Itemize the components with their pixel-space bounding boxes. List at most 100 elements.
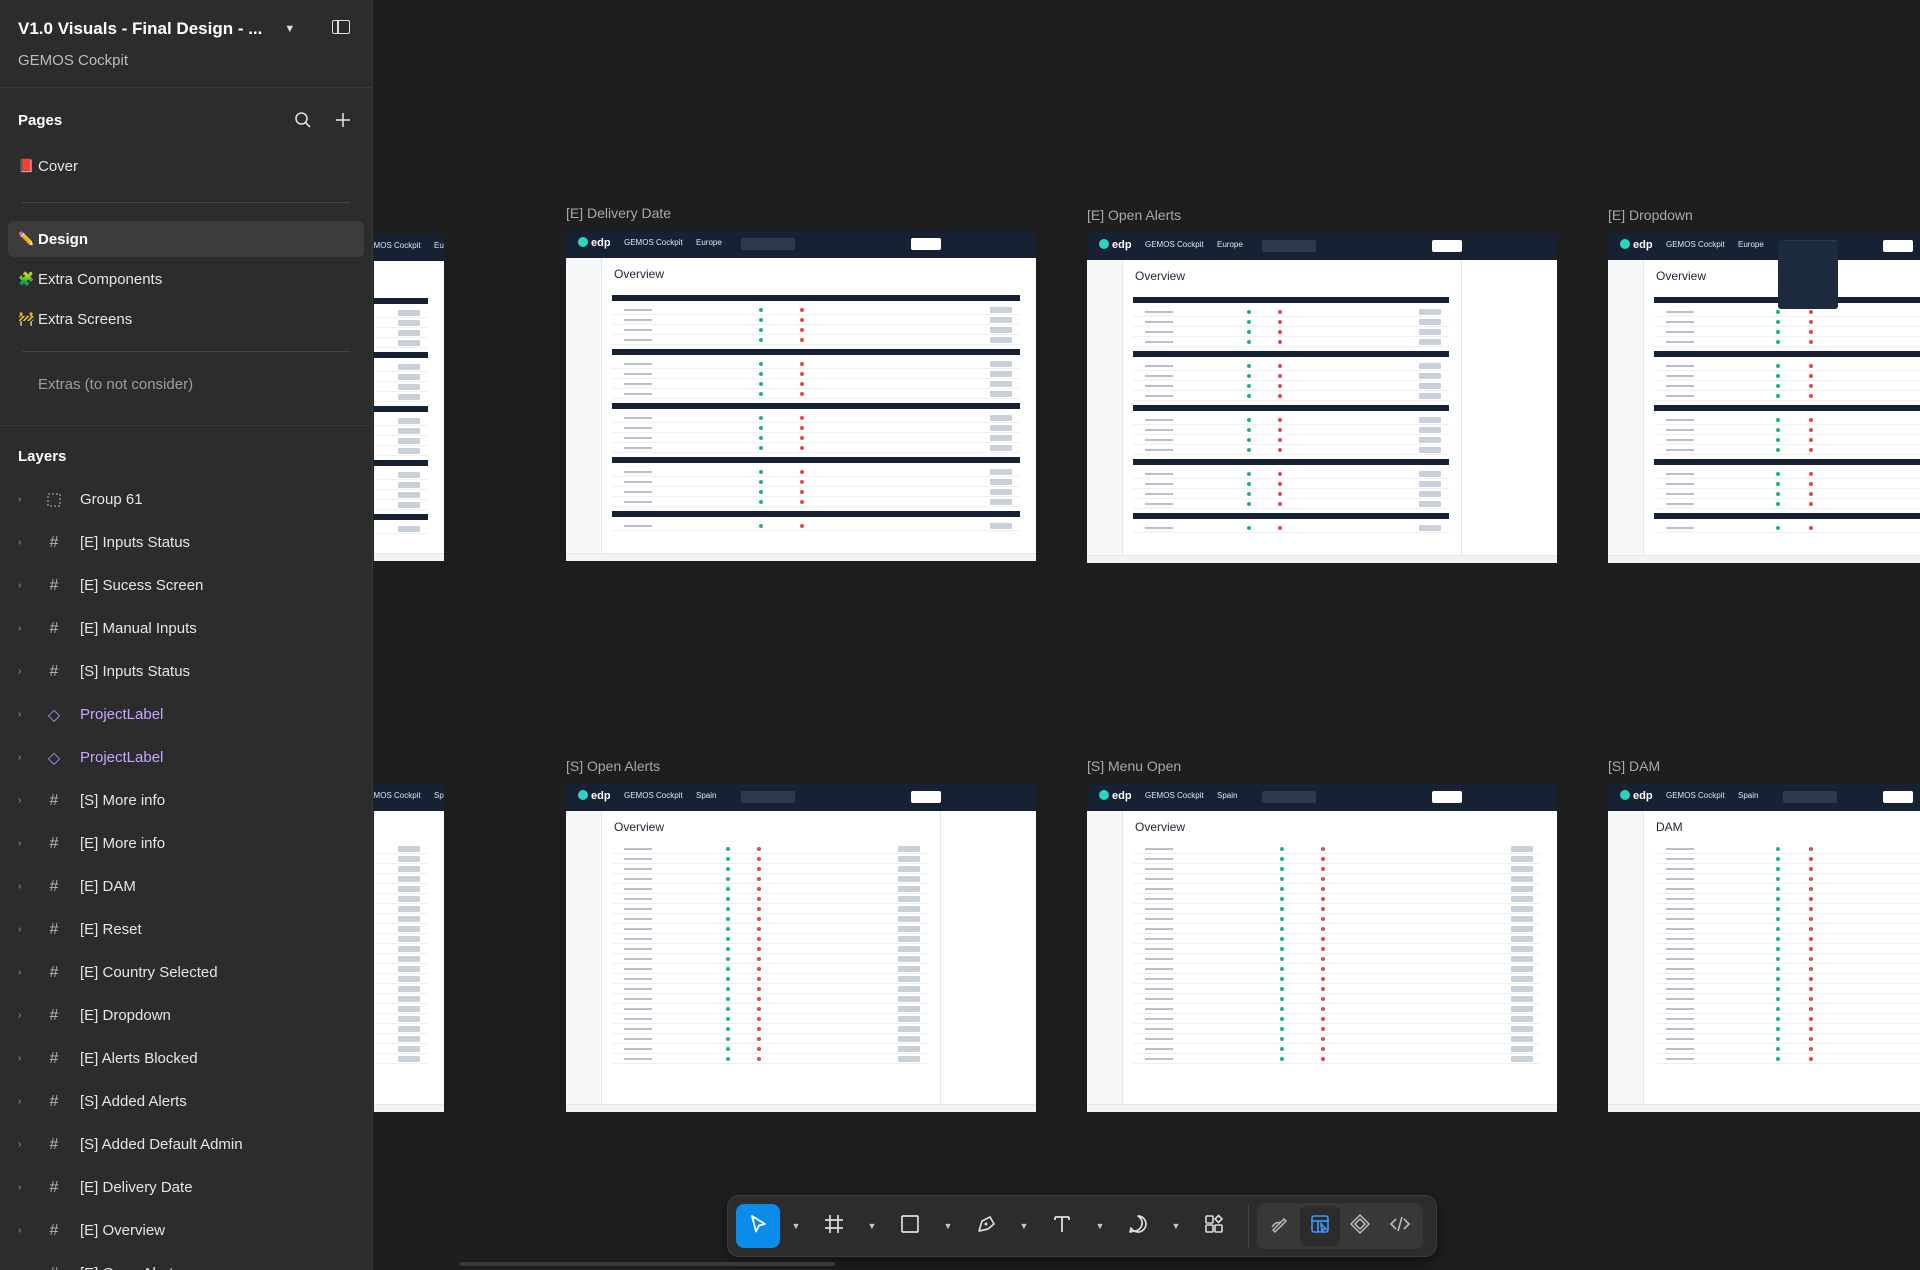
frame-row: [1133, 924, 1541, 934]
chevron-right-icon[interactable]: ›: [18, 1010, 32, 1021]
chevron-right-icon[interactable]: ›: [18, 580, 32, 591]
chevron-right-icon[interactable]: ›: [18, 967, 32, 978]
layer-item[interactable]: › # [E] Reset: [0, 908, 372, 951]
frame-row: [612, 944, 928, 954]
frame-thumbnail[interactable]: edp GEMOS Cockpit Europe Overview: [1608, 233, 1920, 563]
chevron-down-icon[interactable]: ▼: [1160, 1204, 1192, 1248]
comment-tool[interactable]: [1116, 1204, 1160, 1248]
chevron-down-icon[interactable]: ▼: [932, 1204, 964, 1248]
file-title[interactable]: V1.0 Visuals - Final Design - ...: [18, 19, 262, 39]
frame-tool[interactable]: [812, 1204, 856, 1248]
status-ok-dot: [1279, 977, 1284, 981]
chevron-right-icon[interactable]: ›: [18, 752, 32, 763]
page-item-design[interactable]: ✏️ Design: [8, 221, 364, 257]
status-ok-dot: [1775, 418, 1780, 422]
status-ok-dot: [758, 372, 763, 376]
frame-thumbnail[interactable]: edp GEMOS Cockpit Spain DAM: [1608, 784, 1920, 1112]
chevron-right-icon[interactable]: ›: [18, 838, 32, 849]
chevron-right-icon[interactable]: ›: [18, 1225, 32, 1236]
file-title-row[interactable]: V1.0 Visuals - Final Design - ... ▼: [18, 16, 354, 42]
status-error-dot: [1320, 927, 1325, 931]
add-page-icon[interactable]: [332, 109, 354, 131]
chevron-right-icon[interactable]: ›: [18, 1096, 32, 1107]
status-error-dot: [1809, 997, 1814, 1001]
page-item-cover[interactable]: 📕 Cover: [8, 148, 364, 184]
chevron-down-icon[interactable]: ▼: [780, 1204, 812, 1248]
frame-label[interactable]: [E] Open Alerts: [1087, 207, 1181, 223]
project-name[interactable]: GEMOS Cockpit: [18, 52, 354, 69]
chevron-right-icon[interactable]: ›: [18, 537, 32, 548]
draw-mode[interactable]: [1260, 1206, 1300, 1246]
frame-label[interactable]: [S] Open Alerts: [566, 758, 660, 774]
chevron-right-icon[interactable]: ›: [18, 881, 32, 892]
layer-item[interactable]: › # [E] Inputs Status: [0, 521, 372, 564]
chevron-right-icon[interactable]: ›: [18, 795, 32, 806]
page-divider: [22, 202, 350, 203]
layer-item[interactable]: › # [S] Inputs Status: [0, 650, 372, 693]
horizontal-scrollbar[interactable]: [460, 1262, 835, 1266]
layer-item[interactable]: › # [E] Overview: [0, 1209, 372, 1252]
layer-item[interactable]: › ◇ ProjectLabel: [0, 736, 372, 779]
design-canvas[interactable]: edp GEMOS Cockpit Europe [E] Delivery Date e…: [374, 0, 1920, 1270]
status-error-dot: [1809, 482, 1814, 486]
sidebar-toggle-icon[interactable]: [332, 20, 350, 34]
layer-item[interactable]: › # [E] Alerts Blocked: [0, 1037, 372, 1080]
search-icon[interactable]: [292, 109, 314, 131]
page-item-extra-screens[interactable]: 🚧 Extra Screens: [8, 301, 364, 337]
status-ok-dot: [1279, 1027, 1284, 1031]
frame-label[interactable]: [E] Dropdown: [1608, 207, 1693, 223]
layer-item[interactable]: › # [E] Dropdown: [0, 994, 372, 1037]
status-ok-dot: [1775, 526, 1780, 530]
chevron-down-icon[interactable]: ▼: [284, 23, 295, 35]
text-tool[interactable]: [1040, 1204, 1084, 1248]
chevron-right-icon[interactable]: ›: [18, 1182, 32, 1193]
frame-thumbnail[interactable]: edpGEMOS CockpitEurope: [374, 234, 444, 561]
chevron-right-icon[interactable]: ›: [18, 924, 32, 935]
page-item-extra-components[interactable]: 🧩 Extra Components: [8, 261, 364, 297]
frame-label[interactable]: [S] Menu Open: [1087, 758, 1181, 774]
layer-item[interactable]: › # [S] Added Default Admin: [0, 1123, 372, 1166]
chevron-down-icon[interactable]: ▼: [1084, 1204, 1116, 1248]
chevron-right-icon[interactable]: ›: [18, 709, 32, 720]
prototype-mode[interactable]: [1340, 1206, 1380, 1246]
frame-thumbnail[interactable]: edp GEMOS Cockpit Europe Overview: [566, 231, 1036, 561]
frame-thumbnail[interactable]: edp GEMOS Cockpit Europe Overview: [1087, 233, 1557, 563]
frame-header-bar: edp GEMOS Cockpit Europe: [1608, 233, 1920, 260]
pen-tool[interactable]: [964, 1204, 1008, 1248]
frame-thumbnail[interactable]: edp GEMOS Cockpit Spain Overview: [566, 784, 1036, 1112]
frame-row: [1133, 445, 1449, 455]
shape-tool[interactable]: [888, 1204, 932, 1248]
layer-item[interactable]: › # [E] More info: [0, 822, 372, 865]
chevron-down-icon[interactable]: ▼: [1008, 1204, 1040, 1248]
layer-item[interactable]: › Group 61: [0, 478, 372, 521]
chevron-right-icon[interactable]: ›: [18, 623, 32, 634]
frame-thumbnail[interactable]: edpGEMOS CockpitSpain: [374, 784, 444, 1112]
frame-country-header: [374, 406, 428, 412]
layer-item[interactable]: › # [E] Delivery Date: [0, 1166, 372, 1209]
frame-thumbnail[interactable]: edp GEMOS Cockpit Spain Overview: [1087, 784, 1557, 1112]
status-ok-dot: [1775, 877, 1780, 881]
layer-item[interactable]: › # [E] Manual Inputs: [0, 607, 372, 650]
move-tool[interactable]: [736, 1204, 780, 1248]
layer-item[interactable]: › # [E] Sucess Screen: [0, 564, 372, 607]
status-error-dot: [1278, 394, 1283, 398]
actions-tool[interactable]: [1192, 1204, 1236, 1248]
design-mode[interactable]: [1300, 1206, 1340, 1246]
layer-item[interactable]: ›#[E] Open Alerts: [0, 1252, 372, 1270]
status-error-dot: [799, 416, 804, 420]
chevron-right-icon[interactable]: ›: [18, 666, 32, 677]
frame-label[interactable]: [S] DAM: [1608, 758, 1660, 774]
layer-item[interactable]: › # [S] More info: [0, 779, 372, 822]
layer-item[interactable]: › ◇ ProjectLabel: [0, 693, 372, 736]
chevron-down-icon[interactable]: ▼: [856, 1204, 888, 1248]
layer-item[interactable]: › # [E] DAM: [0, 865, 372, 908]
chevron-right-icon[interactable]: ›: [18, 494, 32, 505]
page-item-extras[interactable]: Extras (to not consider): [8, 374, 364, 394]
chevron-right-icon[interactable]: ›: [18, 1139, 32, 1150]
frame-label[interactable]: [E] Delivery Date: [566, 205, 671, 221]
dev-mode[interactable]: [1380, 1206, 1420, 1246]
status-ok-dot: [1246, 526, 1251, 530]
chevron-right-icon[interactable]: ›: [18, 1053, 32, 1064]
layer-item[interactable]: › # [S] Added Alerts: [0, 1080, 372, 1123]
layer-item[interactable]: › # [E] Country Selected: [0, 951, 372, 994]
